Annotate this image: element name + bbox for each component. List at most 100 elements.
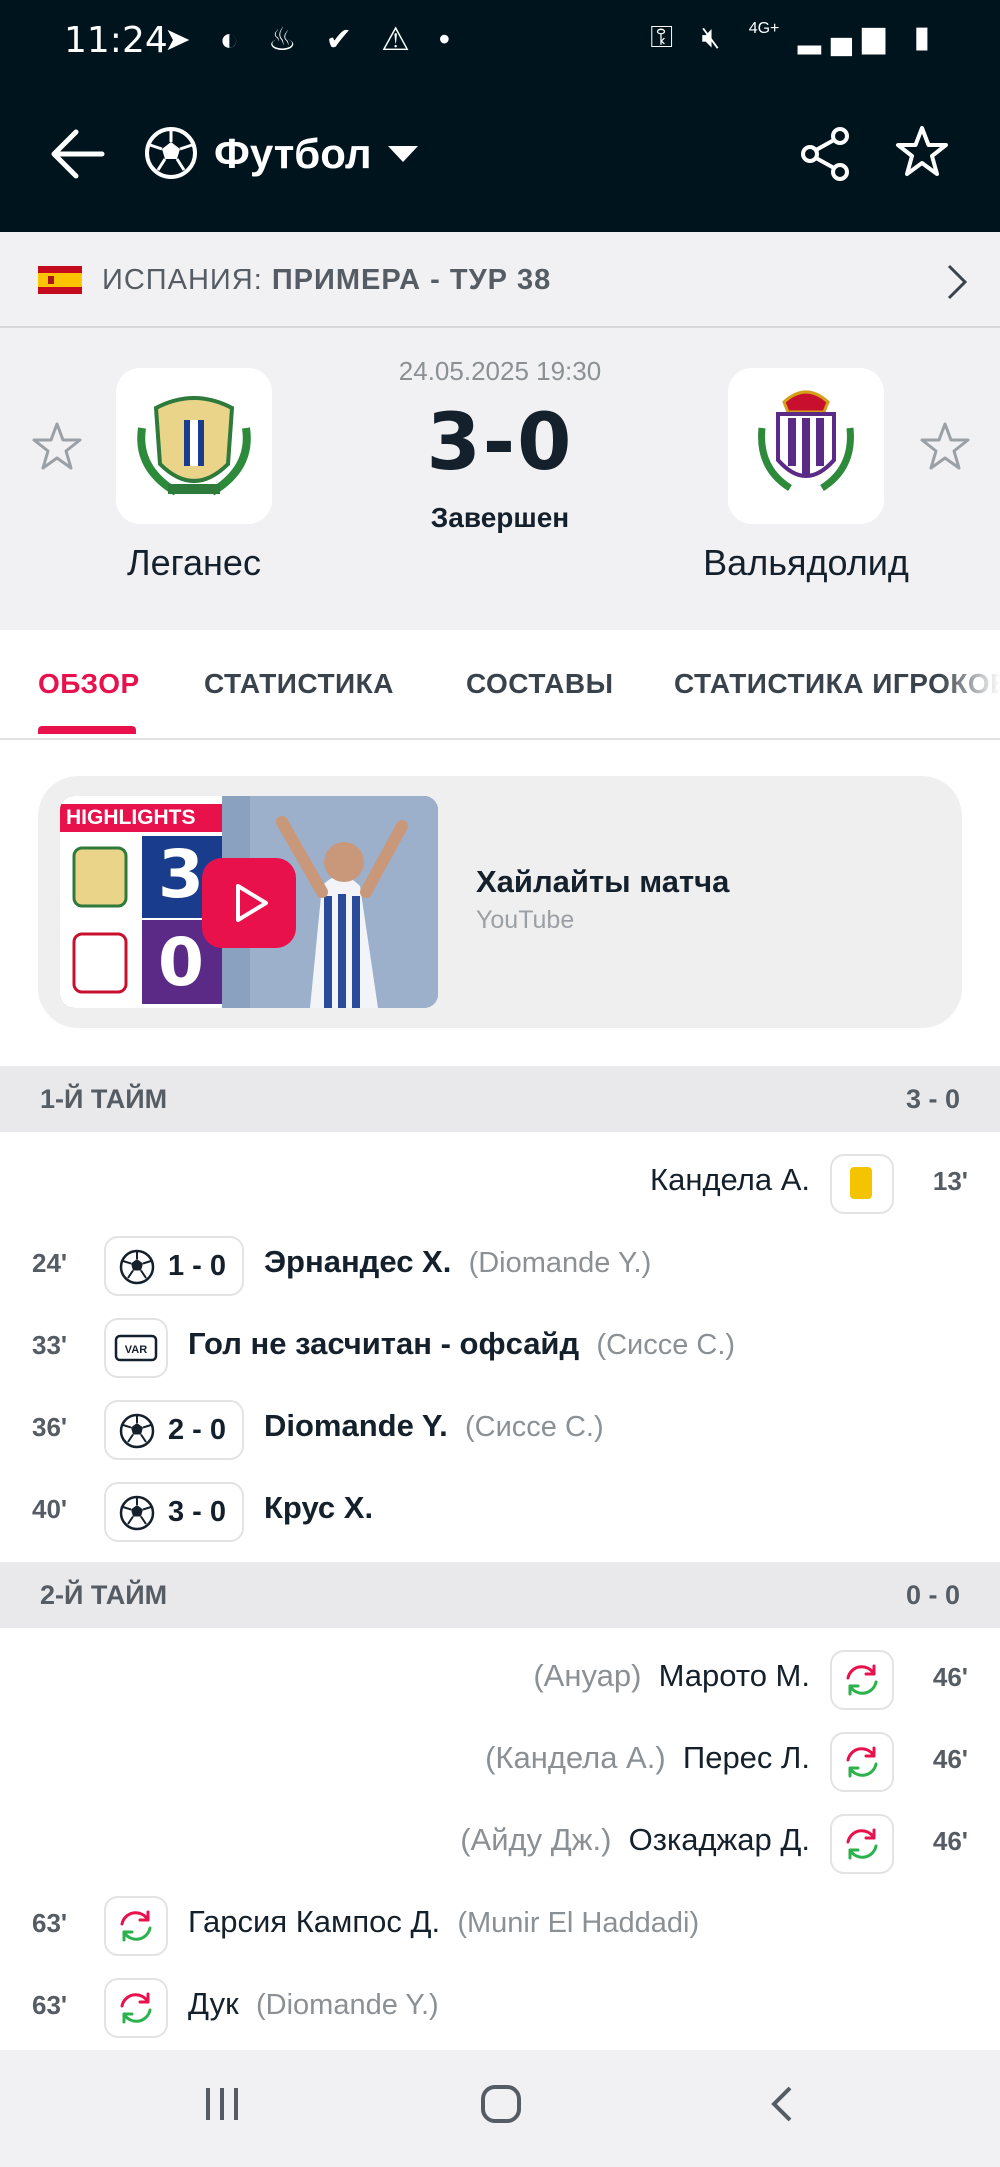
system-nav-bar xyxy=(0,2050,1000,2167)
league-row[interactable]: ИСПАНИЯ: ПРИМЕРА - ТУР 38 xyxy=(0,232,1000,328)
event-row[interactable]: (Кандела А.) Перес Л. 46' xyxy=(0,1720,1000,1802)
sport-selector[interactable]: Футбол xyxy=(214,130,372,178)
goal-ball-icon xyxy=(119,1495,155,1531)
highlights-title: Хайлайты матча xyxy=(476,864,730,899)
chevron-down-icon[interactable] xyxy=(388,146,418,162)
substitution-box xyxy=(104,1896,168,1956)
mute-icon: 🔇︎ xyxy=(701,21,731,54)
event-assist: (Munir El Haddadi) xyxy=(457,1907,700,1939)
play-button-icon[interactable] xyxy=(200,856,298,950)
substitution-icon xyxy=(846,1664,878,1696)
home-team-name[interactable]: Леганес xyxy=(44,542,344,584)
period-header-second-half: 2-Й ТАЙМ 0 - 0 xyxy=(0,1562,1000,1628)
battery-icon: ▮ xyxy=(913,21,940,54)
event-text: (Ануар) Марото М. xyxy=(533,1658,810,1694)
event-row[interactable]: (Айду Дж.) Озкаджар Д. 46' xyxy=(0,1802,1000,1884)
event-minute: 46' xyxy=(932,1662,968,1692)
event-row[interactable]: 33' VAR Гол не засчитан - офсайд (Сиссе … xyxy=(0,1306,1000,1388)
league-label: ИСПАНИЯ: ПРИМЕРА - ТУР 38 xyxy=(102,264,551,297)
status-bar: 11:24 ➤ ◐ ♨ ✔ ⚠ • ⚿ 🔇︎ 4G+ ▂▄▆ ▮ xyxy=(0,16,1000,66)
valladolid-logo-icon xyxy=(758,390,854,491)
back-arrow-icon[interactable] xyxy=(48,126,108,182)
substitution-icon xyxy=(120,1992,152,2024)
event-assist: (Айду Дж.) xyxy=(460,1822,612,1857)
tab-overview[interactable]: ОБЗОР xyxy=(38,668,140,700)
away-team-crest[interactable] xyxy=(728,368,884,524)
period-name: 1-Й ТАЙМ xyxy=(40,1084,168,1114)
event-player: Дук xyxy=(188,1986,239,2021)
tab-statistics[interactable]: СТАТИСТИКА xyxy=(204,668,394,700)
recent-apps-icon[interactable] xyxy=(202,2084,242,2124)
goal-box: 1 - 0 xyxy=(104,1236,244,1296)
event-assist: (Diomande Y.) xyxy=(468,1247,652,1279)
chevron-right-icon[interactable] xyxy=(944,262,970,302)
event-text: (Кандела А.) Перес Л. xyxy=(485,1740,810,1776)
event-minute: 13' xyxy=(932,1166,968,1196)
event-row[interactable]: 24' 1 - 0 Эрнандес Х. (Diomande Y.) xyxy=(0,1224,1000,1306)
substitution-icon xyxy=(120,1910,152,1942)
key-icon: ⚿ xyxy=(650,21,684,54)
substitution-box xyxy=(104,1978,168,2038)
event-assist: (Сиссе С.) xyxy=(465,1411,604,1443)
event-text: Гол не засчитан - офсайд (Сиссе С.) xyxy=(188,1326,735,1362)
event-minute: 40' xyxy=(32,1494,68,1524)
event-assist: (Ануар) xyxy=(533,1658,642,1693)
highlights-thumb-away-score: 0 xyxy=(158,924,204,1001)
event-minute: 24' xyxy=(32,1248,68,1278)
match-header: Леганес 24.05.2025 19:30 3-0 Завершен Ва… xyxy=(0,328,1000,630)
event-text: Дук (Diomande Y.) xyxy=(188,1986,439,2022)
away-team-name[interactable]: Вальядолид xyxy=(656,542,956,584)
system-back-icon[interactable] xyxy=(766,2084,796,2124)
share-icon[interactable] xyxy=(800,126,850,182)
event-player: Крус Х. xyxy=(264,1490,374,1525)
period-header-first-half: 1-Й ТАЙМ 3 - 0 xyxy=(0,1066,1000,1132)
event-text: Diomande Y. (Сиссе С.) xyxy=(264,1408,604,1444)
var-box: VAR xyxy=(104,1318,168,1378)
event-assist: (Сиссе С.) xyxy=(596,1329,736,1361)
status-time: 11:24 xyxy=(64,20,168,61)
active-tab-indicator xyxy=(38,726,136,734)
event-text: Эрнандес Х. (Diomande Y.) xyxy=(264,1244,651,1280)
away-favorite-star-icon[interactable] xyxy=(918,420,972,474)
goal-box: 3 - 0 xyxy=(104,1482,244,1542)
highlights-card[interactable]: HIGHLIGHTS 3 0 Хайлайты матча YouTube xyxy=(38,776,962,1028)
event-assist: (Кандела А.) xyxy=(485,1740,666,1775)
top-bar: 11:24 ➤ ◐ ♨ ✔ ⚠ • ⚿ 🔇︎ 4G+ ▂▄▆ ▮ Футбол xyxy=(0,0,1000,232)
tab-bar: ОБЗОР СТАТИСТИКА СОСТАВЫ СТАТИСТИКА ИГРО… xyxy=(0,630,1000,740)
goal-ball-icon xyxy=(119,1249,155,1285)
tab-lineups[interactable]: СОСТАВЫ xyxy=(466,668,614,700)
event-text: Крус Х. xyxy=(264,1490,373,1526)
svg-text:VAR: VAR xyxy=(125,1344,147,1356)
event-minute: 46' xyxy=(932,1744,968,1774)
period-score: 3 - 0 xyxy=(905,1084,960,1114)
event-player: Diomande Y. xyxy=(264,1408,448,1443)
event-row[interactable]: 63' Дук (Diomande Y.) xyxy=(0,1966,1000,2048)
goal-running-score: 3 - 0 xyxy=(168,1496,227,1528)
event-row[interactable]: 40' 3 - 0 Крус Х. xyxy=(0,1470,1000,1552)
event-row[interactable]: 63' Гарсия Кампос Д. (Munir El Haddadi) xyxy=(0,1884,1000,1966)
goal-box: 2 - 0 xyxy=(104,1400,244,1460)
event-row[interactable]: 36' 2 - 0 Diomande Y. (Сиссе С.) xyxy=(0,1388,1000,1470)
event-assist: (Diomande Y.) xyxy=(255,1989,439,2021)
league-country: ИСПАНИЯ: xyxy=(102,264,263,296)
event-row[interactable]: (Ануар) Марото М. 46' xyxy=(0,1638,1000,1720)
substitution-box xyxy=(830,1650,894,1710)
goal-running-score: 1 - 0 xyxy=(168,1250,227,1282)
favorite-star-icon[interactable] xyxy=(894,124,950,180)
event-minute: 63' xyxy=(32,1908,68,1938)
event-text: Гарсия Кампос Д. (Munir El Haddadi) xyxy=(188,1904,699,1940)
event-text: (Айду Дж.) Озкаджар Д. xyxy=(460,1822,810,1858)
football-icon xyxy=(145,127,197,179)
notification-icons: ➤ ◐ ♨ ✔ ⚠ • xyxy=(164,21,460,57)
event-minute: 46' xyxy=(932,1826,968,1856)
event-row[interactable]: Кандела А. 13' xyxy=(0,1142,1000,1224)
event-minute: 33' xyxy=(32,1330,68,1360)
signal-icon: ▂▄▆ xyxy=(797,21,896,54)
event-player: Кандела А. xyxy=(650,1162,810,1197)
network-label: 4G+ xyxy=(748,20,780,37)
substitution-box xyxy=(830,1732,894,1792)
home-icon[interactable] xyxy=(480,2084,522,2124)
substitution-icon xyxy=(846,1828,878,1860)
highlights-thumbnail[interactable]: HIGHLIGHTS 3 0 xyxy=(60,796,438,1008)
highlights-thumb-home-score: 3 xyxy=(158,836,204,913)
